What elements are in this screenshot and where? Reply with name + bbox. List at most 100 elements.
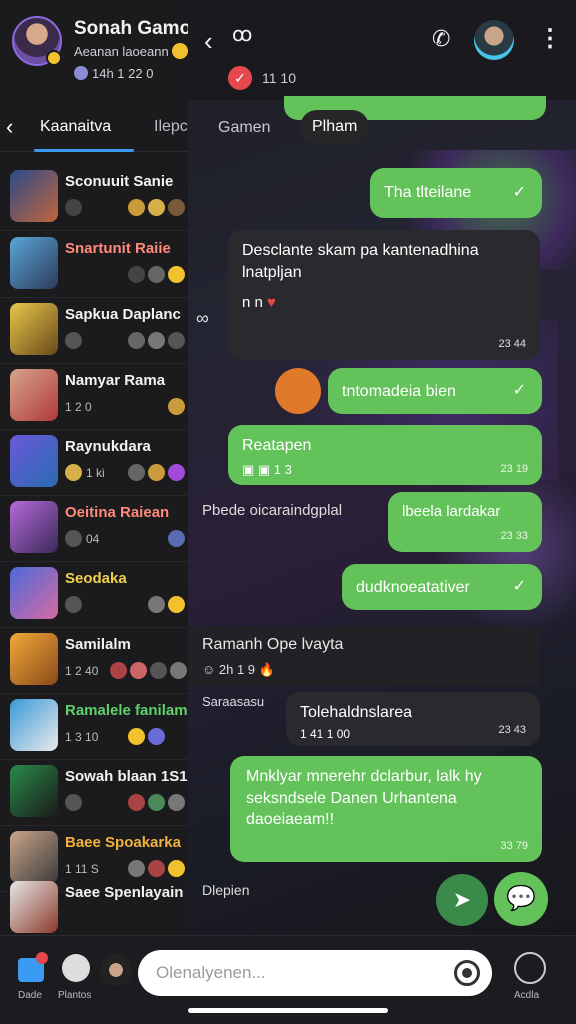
contact-name: Raynukdara (65, 438, 151, 455)
list-item[interactable]: Samilalm 1 2 40 (0, 628, 192, 694)
contact-name: Snartunit Raiie (65, 240, 171, 257)
contact-name: Seodaka (65, 570, 127, 587)
contact-avatar (10, 765, 58, 817)
message-bubble-out[interactable]: dudknoeatativer ✓ (342, 564, 542, 610)
new-chat-button[interactable]: 💬 (494, 872, 548, 926)
list-item[interactable]: Saee Spenlayain (0, 876, 192, 935)
message-text: Tha tlteilane (384, 184, 472, 201)
contact-name: Saee Spenlayain (65, 884, 184, 901)
phone-icon[interactable]: ✆ (432, 26, 450, 52)
back-chevron-icon[interactable]: ‹ (204, 26, 213, 57)
read-check-icon: ✓ (512, 382, 526, 400)
contact-avatar (10, 237, 58, 289)
filter-chip-active[interactable]: Plham (300, 110, 370, 144)
message-extra-text: n n (242, 294, 263, 312)
message-extra: 1 41 1 00 (300, 726, 351, 741)
list-item[interactable]: Sconuuit Sanie (0, 165, 192, 231)
reaction-icons (65, 794, 82, 811)
message-bubble-out[interactable]: Mnklyar mnerehr dclarbur, lalk hy seksnd… (230, 756, 542, 862)
tab-active[interactable]: Kaanaitva (40, 118, 111, 136)
contact-name: Samilalm (65, 636, 131, 653)
camera-icon[interactable] (454, 960, 480, 986)
message-bubble-out[interactable]: Tha tlteilane ✓ (370, 168, 542, 218)
filter-chip[interactable]: Gamen (218, 119, 270, 137)
nav-label: Plantos (58, 990, 92, 1001)
heart-icon: ♥ (267, 294, 276, 312)
more-menu-icon[interactable]: ⋮ (538, 24, 562, 53)
contact-meta: 1 3 10 (65, 730, 99, 744)
list-item[interactable]: Sowah blaan 1S1c (0, 760, 192, 826)
reaction-icons (128, 199, 192, 216)
reaction-icons (128, 464, 185, 481)
message-bubble-in[interactable]: Desclante skam pa kantenadhina lnatpljan… (228, 230, 540, 360)
message-bubble-out[interactable]: lbeela lardakar 23 33 (388, 492, 542, 552)
message-text: Tolehaldnslarea (300, 704, 413, 721)
profile-name: Sonah Gamo (74, 18, 192, 39)
contact-meta: 1 2 0 (65, 400, 92, 414)
sender-avatar[interactable] (275, 368, 321, 414)
message-field[interactable] (154, 950, 424, 996)
reaction-icons (128, 332, 185, 349)
chat-contact-avatar[interactable] (474, 20, 514, 60)
profile-header[interactable]: Sonah Gamo Aeanan laoeann 14h 1 22 0 (0, 0, 192, 104)
reaction-icons (110, 662, 187, 679)
message-text: tntomadeia bien (342, 383, 456, 400)
notification-badge (36, 952, 48, 964)
message-bubble-out[interactable]: Reatapen ▣ ▣ 1 3 23 19 (228, 425, 542, 485)
contact-avatar (10, 170, 58, 222)
message-text: Mnklyar mnerehr dclarbur, lalk hy seksnd… (246, 768, 482, 829)
preview-text: Dlepien (202, 882, 250, 898)
list-item[interactable]: Oeitina Raiean 04 (0, 496, 192, 562)
list-item[interactable]: Namyar Rama 1 2 0 (0, 364, 192, 430)
reaction-icons (65, 199, 82, 216)
list-item[interactable]: Sapkua Daplanc (0, 298, 192, 364)
reaction-icons (65, 464, 82, 481)
contacts-icon[interactable] (62, 954, 90, 982)
back-chevron-icon[interactable]: ‹ (6, 114, 13, 140)
list-item[interactable]: Raynukdara 1 ki (0, 430, 192, 496)
message-meta: ☺ 2h 1 9 🔥 (202, 662, 275, 677)
contact-avatar (10, 501, 58, 553)
contact-avatar (10, 633, 58, 685)
contact-list-panel: Sonah Gamo Aeanan laoeann 14h 1 22 0 ‹ K… (0, 0, 192, 935)
message-row-in[interactable]: Ramanh Ope lvayta ☺ 2h 1 9 🔥 (188, 626, 540, 686)
contact-name: Sapkua Daplanc (65, 306, 181, 323)
infinity-icon: ∞ (196, 308, 209, 328)
user-avatar[interactable] (100, 954, 132, 986)
message-time: 23 43 (498, 724, 526, 737)
message-meta-text: 2h 1 9 (218, 662, 256, 677)
tab-indicator (34, 149, 134, 152)
read-check-icon: ✓ (512, 578, 526, 596)
clock-icon[interactable] (514, 952, 546, 984)
list-item[interactable]: Ramalele fanilam 1 3 10 (0, 694, 192, 760)
send-button[interactable]: ➤ (436, 874, 488, 926)
message-extra: ▣ ▣ 1 3 (242, 461, 292, 477)
reaction-icons (168, 398, 185, 415)
contact-avatar (10, 303, 58, 355)
contact-avatar (10, 369, 58, 421)
emoji-icon (172, 43, 188, 59)
contact-name: Oeitina Raiean (65, 504, 170, 521)
contact-name: Sowah blaan 1S1c (65, 768, 192, 785)
tab-other[interactable]: Ilepc (154, 118, 188, 136)
reaction-icons (148, 596, 185, 613)
message-bubble-out[interactable]: tntomadeia bien ✓ (328, 368, 542, 414)
contact-name: Sconuuit Sanie (65, 173, 174, 190)
message-text: dudknoeatativer (356, 579, 470, 596)
reaction-icons (168, 530, 185, 547)
contact-avatar (10, 881, 58, 933)
contact-avatar (10, 699, 58, 751)
nav-label: Acdla (514, 990, 540, 1001)
list-tabs: ‹ Kaanaitva Ilepc (0, 104, 192, 152)
message-time: 33 79 (500, 840, 528, 853)
list-item[interactable]: Seodaka (0, 562, 192, 628)
list-item[interactable]: Snartunit Raiie (0, 232, 192, 298)
profile-stats-text: 14h 1 22 0 (92, 66, 154, 81)
home-indicator (188, 1008, 388, 1013)
profile-stats: 14h 1 22 0 (74, 66, 153, 81)
message-text: Reatapen (242, 437, 312, 454)
message-bubble-in[interactable]: Tolehaldnslarea 1 41 1 00 23 43 (286, 692, 540, 746)
preview-text: Saraasasu (202, 694, 265, 709)
message-extra: n n ♥ (242, 293, 526, 313)
message-input[interactable] (138, 950, 492, 996)
